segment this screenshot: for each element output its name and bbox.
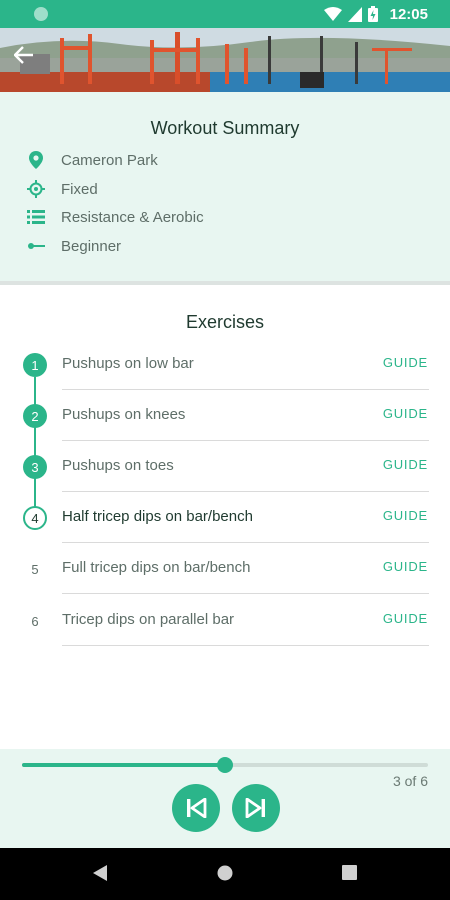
exercise-row[interactable]: 2 Pushups on knees GUIDE <box>0 390 450 441</box>
exercise-name: Pushups on low bar <box>62 355 194 372</box>
exercise-number-badge: 6 <box>31 613 39 629</box>
previous-button[interactable] <box>172 784 220 832</box>
skip-previous-icon <box>187 798 207 818</box>
status-icons: 12:05 <box>323 4 428 24</box>
progress-thumb[interactable] <box>217 757 233 773</box>
exercise-row[interactable]: 1 Pushups on low bar GUIDE <box>0 339 450 390</box>
summary-title: Workout Summary <box>150 118 300 138</box>
location-pin-icon <box>27 151 45 169</box>
exercise-name: Half tricep dips on bar/bench <box>62 508 253 525</box>
exercise-number-badge: 5 <box>31 561 39 577</box>
summary-level-label: Beginner <box>61 237 122 255</box>
exercise-number-badge: 2 <box>23 404 47 428</box>
exercise-row-current[interactable]: 4 Half tricep dips on bar/bench GUIDE <box>0 492 450 543</box>
level-icon <box>27 237 45 255</box>
row-divider <box>62 645 429 646</box>
battery-icon <box>367 6 378 22</box>
guide-button[interactable]: GUIDE <box>383 559 428 574</box>
row-divider <box>62 593 429 594</box>
park-photo <box>0 28 450 92</box>
exercise-name: Full tricep dips on bar/bench <box>62 559 251 576</box>
back-arrow-icon <box>14 46 33 64</box>
exercise-name: Pushups on knees <box>62 406 186 423</box>
summary-category: Resistance & Aerobic <box>27 206 204 228</box>
exercise-number-badge: 3 <box>23 455 47 479</box>
progress-count: 3 of 6 <box>392 773 428 789</box>
back-button[interactable] <box>14 46 42 74</box>
guide-button[interactable]: GUIDE <box>383 457 428 472</box>
exercise-row[interactable]: 5 Full tricep dips on bar/bench GUIDE <box>0 543 450 594</box>
nav-back-button[interactable] <box>93 865 107 881</box>
exercise-name: Pushups on toes <box>62 457 174 474</box>
exercise-name: Tricep dips on parallel bar <box>62 611 235 628</box>
summary-level: Beginner <box>27 235 121 257</box>
wifi-icon <box>323 6 342 22</box>
nav-back-icon <box>93 865 107 881</box>
nav-home-icon <box>217 865 233 881</box>
exercise-player: 3 of 6 <box>0 749 450 848</box>
summary-type: Fixed <box>27 178 98 200</box>
notification-dot-icon <box>34 7 48 21</box>
exercise-row[interactable]: 3 Pushups on toes GUIDE <box>0 441 450 492</box>
status-time: 12:05 <box>389 5 428 23</box>
exercise-number-badge: 4 <box>23 506 47 530</box>
summary-type-label: Fixed <box>61 180 98 198</box>
navigation-bar <box>0 848 450 900</box>
next-button[interactable] <box>232 784 280 832</box>
workout-summary: Workout Summary Cameron Park Fixed Resis… <box>0 92 450 281</box>
guide-button[interactable]: GUIDE <box>383 355 428 370</box>
nav-home-button[interactable] <box>217 865 233 881</box>
guide-button[interactable]: GUIDE <box>383 508 428 523</box>
skip-next-icon <box>245 798 265 818</box>
guide-button[interactable]: GUIDE <box>383 611 428 626</box>
guide-button[interactable]: GUIDE <box>383 406 428 421</box>
summary-location: Cameron Park <box>27 149 158 171</box>
status-bar: 12:05 <box>0 0 450 28</box>
exercise-row[interactable]: 6 Tricep dips on parallel bar GUIDE <box>0 595 450 646</box>
nav-recents-button[interactable] <box>342 865 357 880</box>
list-icon <box>27 208 45 226</box>
summary-location-label: Cameron Park <box>61 151 158 169</box>
target-icon <box>27 180 45 198</box>
nav-recents-icon <box>342 865 357 880</box>
summary-category-label: Resistance & Aerobic <box>61 208 204 226</box>
section-divider <box>0 281 450 285</box>
signal-icon <box>347 6 362 22</box>
exercise-number-badge: 1 <box>23 353 47 377</box>
progress-fill <box>22 763 225 767</box>
exercises-title: Exercises <box>185 312 265 332</box>
